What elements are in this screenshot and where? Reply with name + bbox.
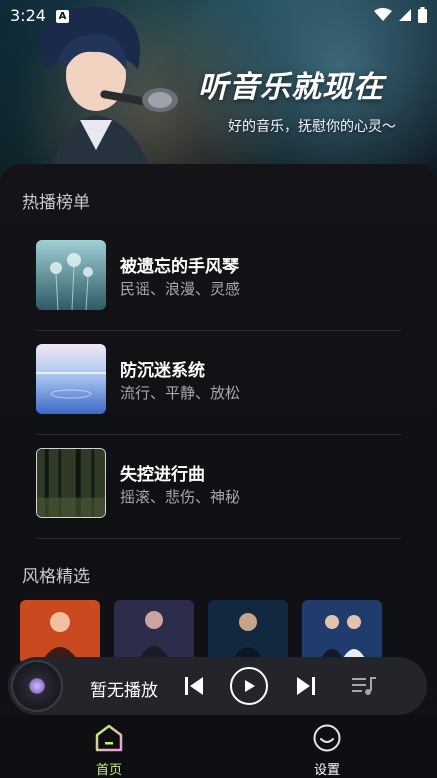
banner-title: 听音乐就现在 <box>198 70 384 105</box>
hot-section-title: 热播榜单 <box>22 193 90 213</box>
song-title: 被遗忘的手风琴 <box>120 257 239 277</box>
song-title: 失控进行曲 <box>120 465 205 485</box>
song-cover <box>36 240 106 310</box>
song-cover <box>36 344 106 414</box>
mini-player[interactable]: 暂无播放 <box>8 657 427 715</box>
song-tags: 摇滚、悲伤、神秘 <box>120 488 241 506</box>
status-icons <box>374 7 427 23</box>
microphone-icon <box>100 88 178 112</box>
album-disc-icon[interactable] <box>11 660 63 712</box>
banner-subtitle: 好的音乐，抚慰你的心灵～ <box>228 119 396 135</box>
song-title: 防沉迷系统 <box>120 361 205 381</box>
song-cover <box>36 448 106 518</box>
list-item[interactable]: 防沉迷系统 流行、平静、放松 <box>36 330 401 434</box>
style-card[interactable] <box>208 600 288 664</box>
skip-next-icon[interactable] <box>290 670 322 702</box>
tab-home-label: 首页 <box>95 763 122 778</box>
song-tags: 民谣、浪漫、灵感 <box>120 280 241 298</box>
signal-icon <box>399 9 411 21</box>
style-card[interactable] <box>302 600 382 664</box>
bottom-tab-bar: 首页 设置 <box>0 715 437 778</box>
now-playing-text: 暂无播放 <box>90 681 158 701</box>
playlist-icon[interactable] <box>348 670 380 702</box>
play-icon[interactable] <box>230 667 268 705</box>
list-item[interactable]: 失控进行曲 摇滚、悲伤、神秘 <box>36 434 401 538</box>
divider <box>36 538 401 539</box>
style-section-title: 风格精选 <box>22 567 90 587</box>
tab-home[interactable]: 首页 <box>69 721 149 778</box>
smiley-settings-icon <box>313 724 341 752</box>
status-time: 3:24 <box>10 6 46 25</box>
tab-settings-label: 设置 <box>313 763 340 778</box>
style-card[interactable] <box>20 600 100 664</box>
skip-previous-icon[interactable] <box>178 670 210 702</box>
battery-icon <box>418 7 427 23</box>
tab-settings[interactable]: 设置 <box>287 721 367 778</box>
notification-badge: A <box>56 10 69 23</box>
song-tags: 流行、平静、放松 <box>120 384 241 402</box>
list-item[interactable]: 被遗忘的手风琴 民谣、浪漫、灵感 <box>36 226 401 330</box>
wifi-icon <box>374 8 392 21</box>
style-card[interactable] <box>114 600 194 664</box>
home-icon <box>95 724 123 752</box>
status-bar: 3:24 A <box>0 0 437 30</box>
